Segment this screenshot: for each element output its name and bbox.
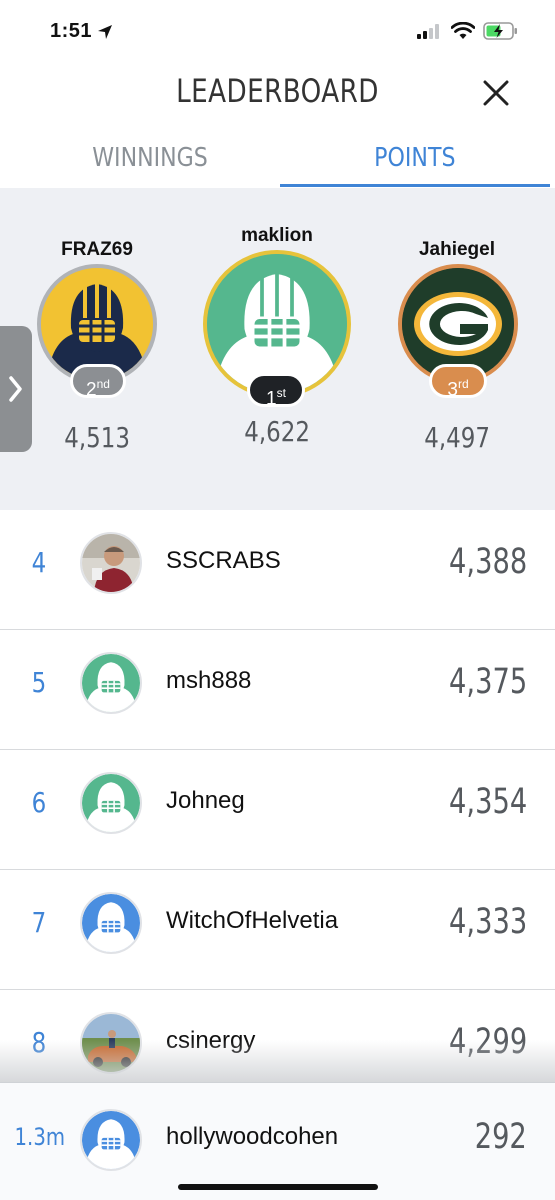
current-user-points-value: 292 [474, 1117, 527, 1157]
tab-winnings-label: WINNINGS [92, 143, 208, 173]
row-points: 4,333 [427, 902, 527, 942]
row-username: WitchOfHelvetia [166, 907, 339, 934]
wifi-icon [451, 22, 475, 39]
row-username: Johneg [166, 787, 245, 814]
car-photo-icon [82, 1014, 140, 1072]
row-points-value: 4,354 [448, 782, 527, 822]
home-indicator[interactable] [178, 1184, 378, 1190]
current-user-rank: 1.3m [0, 1123, 80, 1151]
status-bar: 1:51 [0, 0, 555, 64]
podium-third-name[interactable]: Jahiegel [377, 239, 537, 261]
row-rank-value: 4 [31, 546, 47, 579]
table-row[interactable]: 6 Johneg 4,354 [0, 750, 555, 870]
podium-first-points-value: 4,622 [244, 415, 310, 448]
rank-badge-first-number: 1 [266, 388, 277, 410]
row-points-value: 4,333 [448, 902, 527, 942]
podium-second-name[interactable]: FRAZ69 [17, 239, 177, 261]
football-player-icon [82, 894, 140, 952]
football-player-icon [82, 774, 140, 832]
table-row[interactable]: 4 SSCRABS 4,388 [0, 510, 555, 630]
row-rank: 4 [0, 546, 78, 579]
table-row[interactable]: 7 WitchOfHelvetia 4,333 [0, 870, 555, 990]
row-points: 4,388 [427, 542, 527, 582]
football-player-avatar[interactable] [80, 892, 142, 954]
podium-first-name[interactable]: maklion [197, 225, 357, 247]
rank-badge-second-suffix: nd [96, 377, 110, 391]
rank-badge-first-suffix: st [276, 386, 286, 400]
podium-first-points: 4,622 [197, 415, 357, 448]
rank-badge-second: 2nd [70, 364, 126, 401]
podium-second-points: 4,513 [17, 421, 177, 454]
current-user-avatar[interactable] [80, 1109, 142, 1171]
podium-third-points-value: 4,497 [424, 421, 490, 454]
current-user-row[interactable]: 1.3m hollywoodcohen 292 [0, 1082, 555, 1200]
chevron-right-icon [9, 376, 22, 402]
header: LEADERBOARD [0, 64, 555, 124]
row-username: SSCRABS [166, 547, 281, 574]
tab-points[interactable]: POINTS [280, 130, 550, 188]
active-tab-indicator [280, 184, 550, 187]
row-rank-value: 7 [31, 906, 47, 939]
podium-third-points: 4,497 [377, 421, 537, 454]
podium-second-points-value: 4,513 [64, 421, 130, 454]
row-points-value: 4,375 [448, 662, 527, 702]
page-title: LEADERBOARD [176, 72, 379, 110]
row-rank: 6 [0, 786, 78, 819]
user-photo-avatar[interactable] [80, 1012, 142, 1074]
row-username: msh888 [166, 667, 252, 694]
rank-badge-third-suffix: rd [457, 377, 469, 391]
battery-charging-icon [483, 22, 517, 40]
current-user-points: 292 [460, 1117, 527, 1157]
row-rank-value: 5 [31, 666, 47, 699]
row-rank: 5 [0, 666, 78, 699]
table-row[interactable]: 5 msh888 4,375 [0, 630, 555, 750]
signal-icon [417, 24, 439, 39]
row-points: 4,299 [427, 1022, 527, 1062]
podium: FRAZ69 2nd 4,513 maklion 1st 4,622 Jahie… [0, 188, 555, 510]
row-rank: 7 [0, 906, 78, 939]
rank-badge-third-number: 3 [447, 379, 458, 401]
row-rank-value: 6 [31, 786, 47, 819]
rank-badge-first: 1st [247, 373, 305, 410]
football-player-avatar[interactable] [80, 772, 142, 834]
status-icons [417, 22, 519, 40]
user-photo-avatar[interactable] [80, 532, 142, 594]
row-rank: 8 [0, 1026, 78, 1059]
row-points-value: 4,299 [448, 1022, 527, 1062]
current-user-name: hollywoodcohen [166, 1123, 339, 1150]
row-points-value: 4,388 [448, 542, 527, 582]
row-username: csinergy [166, 1027, 256, 1054]
rank-badge-second-number: 2 [86, 379, 97, 401]
football-player-icon [82, 1111, 140, 1169]
close-icon[interactable] [477, 74, 515, 112]
football-player-avatar[interactable] [80, 652, 142, 714]
status-time: 1:51 [50, 20, 93, 42]
tab-points-label: POINTS [374, 143, 456, 173]
row-points: 4,375 [427, 662, 527, 702]
rank-badge-third: 3rd [429, 364, 487, 401]
tab-bar: WINNINGS POINTS [0, 130, 555, 188]
current-user-rank-value: 1.3m [14, 1123, 66, 1151]
location-arrow-icon [98, 25, 112, 39]
person-photo-icon [82, 534, 140, 592]
leaderboard-list: 4 SSCRABS 4,388 5 msh888 4,375 6 Johneg … [0, 510, 555, 1110]
football-player-icon [82, 654, 140, 712]
row-points: 4,354 [427, 782, 527, 822]
row-rank-value: 8 [31, 1026, 47, 1059]
tab-winnings[interactable]: WINNINGS [15, 130, 285, 188]
